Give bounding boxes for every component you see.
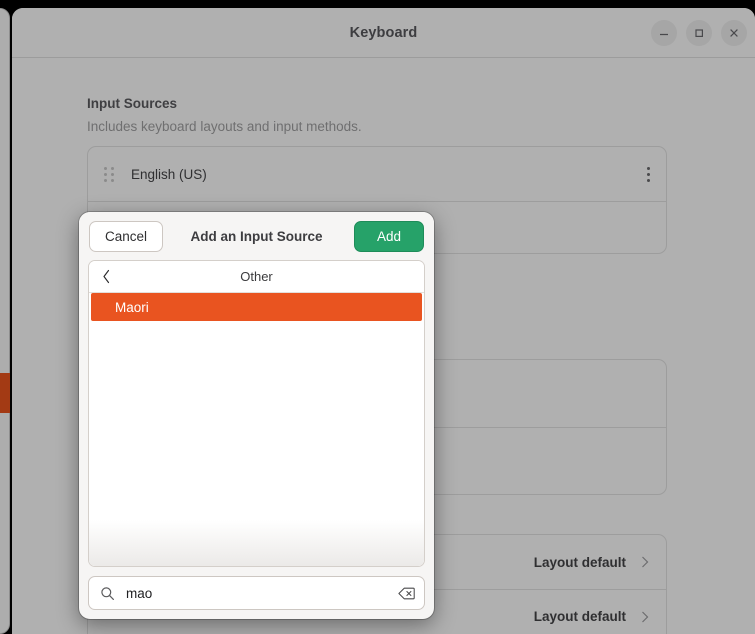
minimize-icon [658, 27, 670, 39]
dialog-header: Cancel Add an Input Source Add [79, 212, 434, 260]
drag-handle-icon[interactable] [104, 166, 114, 182]
maximize-button[interactable] [686, 19, 712, 46]
input-source-list-panel: Other Maori [88, 260, 425, 567]
search-input[interactable]: mao [126, 586, 398, 601]
typing-row-2-value: Layout default [533, 609, 626, 624]
cancel-button[interactable]: Cancel [89, 220, 164, 252]
close-button[interactable] [721, 19, 747, 46]
list-header: Other [89, 261, 424, 293]
kebab-menu-icon[interactable] [647, 166, 650, 182]
search-icon [100, 586, 115, 601]
search-field[interactable]: mao [88, 576, 425, 610]
input-sources-heading: Input Sources [87, 96, 178, 111]
typing-row-1-value: Layout default [533, 554, 626, 570]
input-sources-description: Includes keyboard layouts and input meth… [87, 119, 362, 134]
clear-icon[interactable] [398, 587, 415, 600]
chevron-right-icon [640, 610, 650, 624]
background-sidebar-selected-item[interactable] [0, 373, 10, 413]
screen-root: Keyboard Input Sources Includes keyboard… [0, 0, 755, 634]
list-body[interactable]: Maori [89, 293, 424, 566]
list-header-title: Other [240, 269, 273, 284]
add-button[interactable]: Add [353, 220, 424, 252]
background-window-sliver [0, 8, 10, 634]
input-source-row-english-us[interactable]: English (US) [88, 147, 666, 201]
maximize-icon [693, 27, 705, 39]
window-title: Keyboard [349, 24, 418, 41]
back-chevron-icon[interactable] [89, 269, 123, 284]
chevron-right-icon [640, 555, 650, 569]
input-source-label: English (US) [131, 166, 207, 182]
list-item[interactable]: Maori [91, 293, 422, 321]
add-input-source-dialog: Cancel Add an Input Source Add Other Mao… [79, 212, 434, 619]
window-controls [651, 8, 747, 57]
list-bottom-fade [89, 520, 424, 566]
minimize-button[interactable] [651, 19, 677, 46]
close-icon [728, 27, 740, 39]
window-titlebar: Keyboard [12, 8, 755, 58]
